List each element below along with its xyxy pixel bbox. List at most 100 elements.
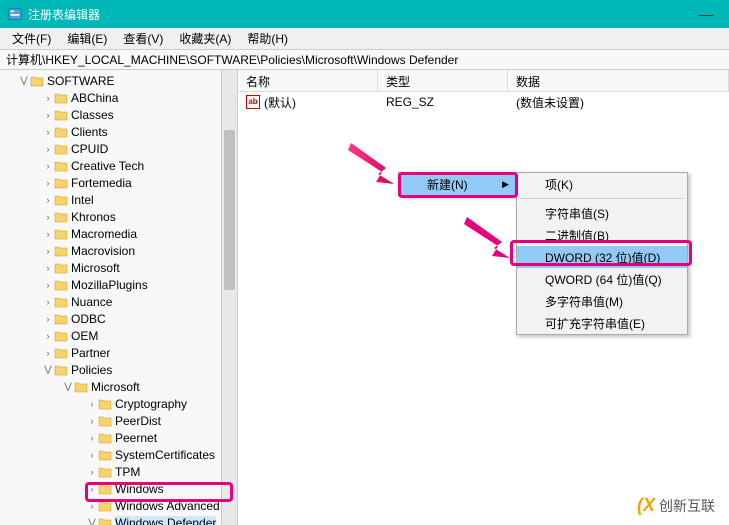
- chevron-right-icon[interactable]: ›: [42, 229, 54, 239]
- address-bar[interactable]: 计算机\HKEY_LOCAL_MACHINE\SOFTWARE\Policies…: [0, 50, 729, 70]
- menu-item-expand[interactable]: 可扩充字符串值(E): [517, 312, 687, 334]
- chevron-right-icon[interactable]: ›: [42, 246, 54, 256]
- menu-item-binary[interactable]: 二进制值(B): [517, 224, 687, 246]
- col-type[interactable]: 类型: [378, 70, 508, 91]
- chevron-right-icon[interactable]: ›: [42, 314, 54, 324]
- tree-item[interactable]: ›Cryptography: [0, 395, 237, 412]
- tree-item-label: Creative Tech: [71, 159, 144, 173]
- chevron-right-icon[interactable]: ›: [86, 416, 98, 426]
- tree-panel: ⋁SOFTWARE›ABChina›Classes›Clients›CPUID›…: [0, 70, 238, 525]
- tree-item[interactable]: ›Windows Advanced Th: [0, 497, 237, 514]
- tree-item[interactable]: ›Windows: [0, 480, 237, 497]
- chevron-right-icon[interactable]: ›: [42, 178, 54, 188]
- tree-item-label: Khronos: [71, 210, 116, 224]
- minimize-button[interactable]: —: [691, 6, 721, 22]
- tree-scrollbar[interactable]: [221, 70, 237, 525]
- col-name[interactable]: 名称: [238, 70, 378, 91]
- tree-item[interactable]: › ABChina: [0, 89, 237, 106]
- chevron-right-icon[interactable]: ›: [86, 484, 98, 494]
- tree-item[interactable]: › Microsoft: [0, 259, 237, 276]
- string-value-icon: ab: [246, 95, 260, 109]
- chevron-right-icon[interactable]: ›: [42, 161, 54, 171]
- tree-item-label: Nuance: [71, 295, 112, 309]
- menu-item-qword[interactable]: QWORD (64 位)值(Q): [517, 268, 687, 290]
- chevron-right-icon[interactable]: ›: [42, 144, 54, 154]
- chevron-right-icon[interactable]: ›: [42, 297, 54, 307]
- context-submenu-new: 项(K) 字符串值(S) 二进制值(B) DWORD (32 位)值(D) QW…: [516, 172, 688, 335]
- tree-item[interactable]: › Peernet: [0, 429, 237, 446]
- chevron-right-icon[interactable]: ›: [42, 212, 54, 222]
- tree-item[interactable]: › OEM: [0, 327, 237, 344]
- tree-item[interactable]: ⋁ Policies: [0, 361, 237, 378]
- chevron-right-icon[interactable]: ›: [86, 501, 98, 511]
- tree-item[interactable]: › Nuance: [0, 293, 237, 310]
- regedit-icon: [8, 7, 22, 21]
- tree-item[interactable]: ›Partner: [0, 344, 237, 361]
- chevron-right-icon[interactable]: ›: [42, 280, 54, 290]
- context-menu-new: 新建(N) ▶: [398, 172, 516, 196]
- menu-file[interactable]: 文件(F): [4, 28, 59, 49]
- tree-item[interactable]: ›MozillaPlugins: [0, 276, 237, 293]
- menu-item-new[interactable]: 新建(N) ▶: [399, 173, 515, 195]
- tree-item[interactable]: ›TPM: [0, 463, 237, 480]
- tree-item-label: Fortemedia: [71, 176, 132, 190]
- tree-item-label: ODBC: [71, 312, 106, 326]
- tree-item-label: Classes: [71, 108, 114, 122]
- tree-item[interactable]: › PeerDist: [0, 412, 237, 429]
- tree-item[interactable]: ⋁SOFTWARE: [0, 72, 237, 89]
- chevron-right-icon[interactable]: ›: [86, 433, 98, 443]
- menu-edit[interactable]: 编辑(E): [59, 28, 115, 49]
- tree-item-label: ABChina: [71, 91, 118, 105]
- tree-item[interactable]: ›Intel: [0, 191, 237, 208]
- chevron-right-icon[interactable]: ›: [86, 450, 98, 460]
- chevron-right-icon[interactable]: ›: [86, 399, 98, 409]
- chevron-right-icon[interactable]: ›: [42, 263, 54, 273]
- tree-item-label: Microsoft: [71, 261, 120, 275]
- tree-item-label: OEM: [71, 329, 98, 343]
- tree-item-label: Policies: [71, 363, 112, 377]
- watermark: (X 创新互联: [629, 492, 723, 519]
- chevron-right-icon[interactable]: ›: [42, 331, 54, 341]
- chevron-down-icon[interactable]: ⋁: [18, 75, 30, 86]
- chevron-right-icon[interactable]: ›: [42, 110, 54, 120]
- menu-view[interactable]: 查看(V): [115, 28, 171, 49]
- tree-item[interactable]: › Creative Tech: [0, 157, 237, 174]
- list-row[interactable]: ab (默认) REG_SZ (数值未设置): [238, 92, 729, 112]
- tree-item-label: Macromedia: [71, 227, 137, 241]
- menu-item-string[interactable]: 字符串值(S): [517, 202, 687, 224]
- chevron-down-icon[interactable]: ⋁: [62, 381, 74, 392]
- tree-item-label: SystemCertificates: [115, 448, 215, 462]
- menu-item-dword[interactable]: DWORD (32 位)值(D): [517, 246, 687, 268]
- tree-item[interactable]: › Macromedia: [0, 225, 237, 242]
- tree-item-label: PeerDist: [115, 414, 161, 428]
- menu-item-key[interactable]: 项(K): [517, 173, 687, 195]
- tree-item[interactable]: ⋁Microsoft: [0, 378, 237, 395]
- menu-bar: 文件(F) 编辑(E) 查看(V) 收藏夹(A) 帮助(H): [0, 28, 729, 50]
- menu-favorites[interactable]: 收藏夹(A): [171, 28, 239, 49]
- chevron-down-icon[interactable]: ⋁: [42, 364, 54, 375]
- chevron-down-icon[interactable]: ⋁: [86, 517, 98, 525]
- tree-item[interactable]: ›CPUID: [0, 140, 237, 157]
- tree-item[interactable]: ›Clients: [0, 123, 237, 140]
- tree-item[interactable]: › Khronos: [0, 208, 237, 225]
- tree-item[interactable]: › ODBC: [0, 310, 237, 327]
- chevron-right-icon[interactable]: ›: [42, 93, 54, 103]
- chevron-right-icon[interactable]: ›: [42, 348, 54, 358]
- title-bar: 注册表编辑器 —: [0, 0, 729, 28]
- col-data[interactable]: 数据: [508, 70, 729, 91]
- value-data: (数值未设置): [508, 92, 729, 113]
- scrollbar-thumb[interactable]: [224, 130, 235, 290]
- tree-item[interactable]: › Fortemedia: [0, 174, 237, 191]
- tree-item[interactable]: › SystemCertificates: [0, 446, 237, 463]
- chevron-right-icon[interactable]: ›: [42, 195, 54, 205]
- chevron-right-icon[interactable]: ›: [42, 127, 54, 137]
- menu-separator: [521, 198, 683, 199]
- menu-item-multi[interactable]: 多字符串值(M): [517, 290, 687, 312]
- menu-help[interactable]: 帮助(H): [239, 28, 296, 49]
- chevron-right-icon[interactable]: ›: [86, 467, 98, 477]
- tree-item[interactable]: ›Macrovision: [0, 242, 237, 259]
- value-type: REG_SZ: [378, 93, 508, 111]
- tree-item-label: Peernet: [115, 431, 157, 445]
- tree-item[interactable]: ⋁Windows Defender: [0, 514, 237, 525]
- tree-item[interactable]: › Classes: [0, 106, 237, 123]
